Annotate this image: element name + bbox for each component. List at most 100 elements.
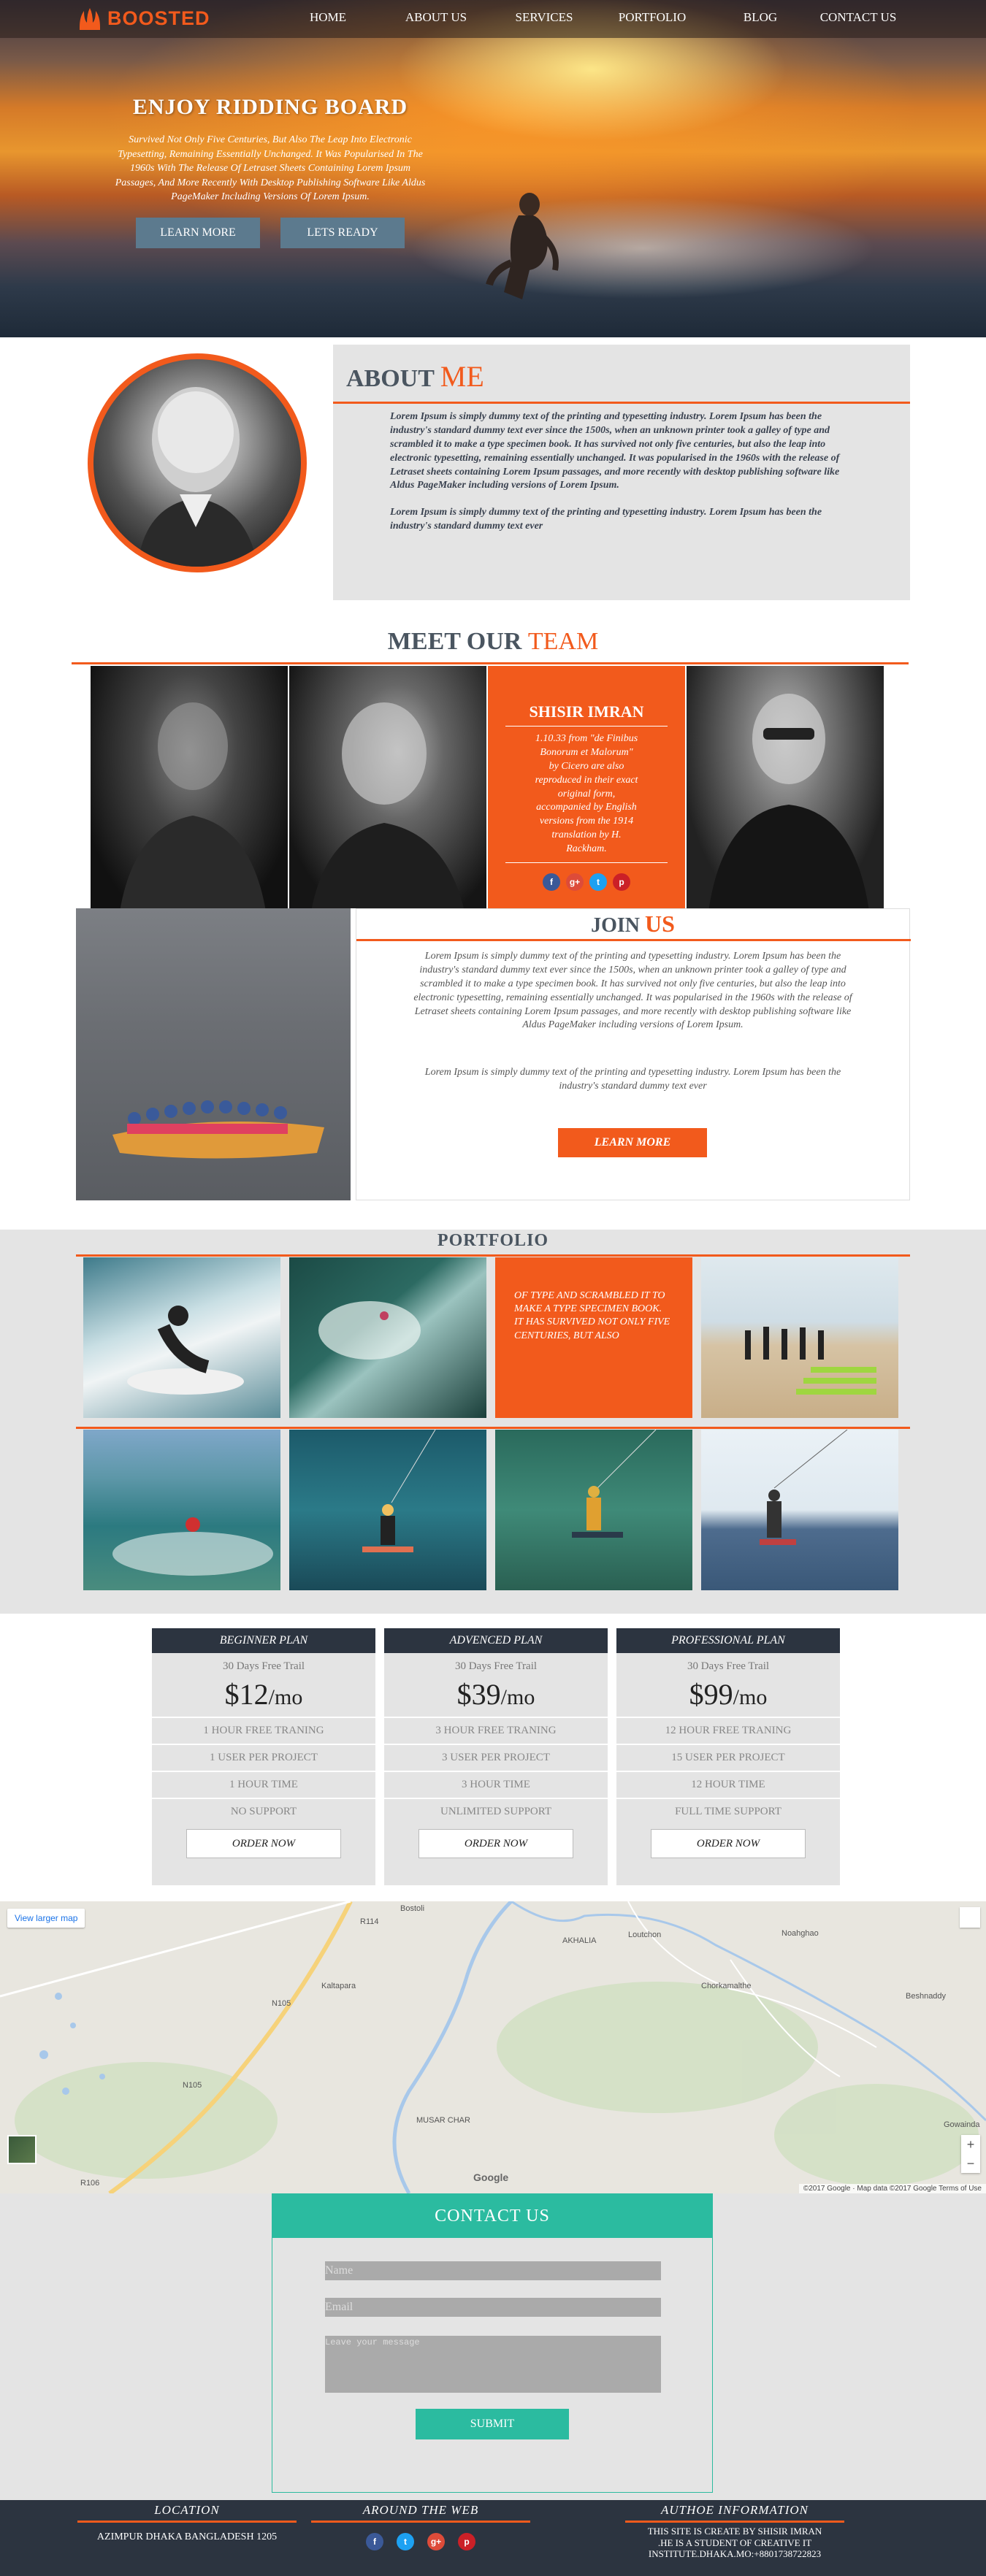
team-member-photo[interactable] — [91, 666, 288, 911]
team-member-photo[interactable] — [289, 666, 486, 911]
nav-blog[interactable]: BLOG — [706, 10, 814, 25]
learn-more-button[interactable]: LEARN MORE — [136, 217, 260, 248]
about-text: Lorem Ipsum is simply dummy text of the … — [390, 410, 857, 547]
road-label: N105 — [183, 2081, 202, 2090]
street-view-pegman-icon[interactable] — [960, 1907, 980, 1928]
top-navbar: BOOSTED HOME ABOUT US SERVICES PORTFOLIO… — [0, 0, 986, 38]
team-divider — [72, 662, 909, 664]
banana-boat-illustration — [112, 1100, 324, 1159]
about-box: ABOUT ME Lorem Ipsum is simply dummy tex… — [333, 345, 910, 600]
plan-feature: 12 HOUR FREE TRANING — [616, 1717, 840, 1744]
contact-section: CONTACT US Name Email Leave your message… — [0, 2193, 986, 2500]
portfolio-row: OF TYPE AND SCRAMBLED IT TO MAKE A TYPE … — [83, 1257, 898, 1418]
name-field[interactable]: Name — [325, 2261, 661, 2280]
plan-feature: 3 HOUR TIME — [384, 1771, 608, 1798]
team-member-featured[interactable]: SHISIR IMRAN 1.10.33 from "de Finibus Bo… — [488, 666, 685, 911]
plan-order-wrap: ORDER NOW — [384, 1829, 608, 1858]
nav-about-us[interactable]: ABOUT US — [382, 10, 490, 25]
portfolio-title: PORTFOLIO — [437, 1231, 549, 1250]
plan-feature: 1 HOUR TIME — [152, 1771, 375, 1798]
hero-content: ENJOY RIDDING BOARD Survived Not Only Fi… — [110, 95, 431, 248]
join-title: JOIN US — [356, 911, 909, 938]
plan-feature: FULL TIME SUPPORT — [616, 1798, 840, 1825]
plan-name: PROFESSIONAL PLAN — [616, 1628, 840, 1653]
footer-web-title: AROUND THE WEB — [311, 2503, 530, 2523]
portfolio-image-surfer[interactable] — [83, 1257, 280, 1418]
plan-feature: 1 HOUR FREE TRANING — [152, 1717, 375, 1744]
facebook-icon[interactable]: f — [543, 873, 560, 892]
nav-contact-us[interactable]: CONTACT US — [814, 10, 902, 25]
footer-author-title: AUTHOE INFORMATION — [625, 2503, 844, 2523]
footer-author-text: THIS SITE IS CREATE BY SHISIR IMRAN .HE … — [647, 2526, 822, 2560]
message-field[interactable]: Leave your message — [325, 2336, 661, 2393]
footer-socials: f t g+ p — [311, 2533, 530, 2550]
map-label: Gowainda — [944, 2120, 980, 2129]
about-divider — [333, 402, 910, 404]
lets-ready-button[interactable]: LETS READY — [280, 217, 405, 248]
plan-feature: NO SUPPORT — [152, 1798, 375, 1825]
pinterest-icon[interactable]: p — [613, 873, 630, 892]
portfolio-image-beach[interactable] — [701, 1257, 898, 1418]
plan-trail: 30 Days Free Trail — [687, 1660, 770, 1672]
map-attribution[interactable]: ©2017 Google · Map data ©2017 Google Ter… — [798, 2184, 986, 2193]
road-label: N105 — [272, 1999, 291, 2008]
plan-price: $12/mo — [224, 1678, 303, 1711]
footer: LOCATION AZIMPUR DHAKA BANGLADESH 1205 A… — [0, 2500, 986, 2576]
road-label: R114 — [360, 1917, 379, 1926]
team-title: MEET OUR TEAM — [0, 624, 986, 656]
satellite-toggle[interactable] — [7, 2135, 37, 2164]
nav-home[interactable]: HOME — [274, 10, 382, 25]
submit-button[interactable]: SUBMIT — [416, 2409, 569, 2439]
twitter-icon[interactable]: t — [589, 873, 607, 892]
email-field[interactable]: Email — [325, 2298, 661, 2317]
footer-web: AROUND THE WEB f t g+ p — [311, 2500, 530, 2550]
footer-author: AUTHOE INFORMATION THIS SITE IS CREATE B… — [625, 2500, 844, 2560]
portfolio-image-wave[interactable] — [289, 1257, 486, 1418]
portfolio-divider — [76, 1427, 910, 1429]
join-paragraph-2: Lorem Ipsum is simply dummy text of the … — [424, 1067, 841, 1092]
join-learn-more-button[interactable]: LEARN MORE — [558, 1128, 707, 1157]
portfolio-image-kitesurfer[interactable] — [289, 1430, 486, 1590]
about-paragraph-1: Lorem Ipsum is simply dummy text of the … — [390, 411, 840, 491]
profile-portrait — [137, 387, 258, 567]
footer-location: LOCATION AZIMPUR DHAKA BANGLADESH 1205 — [77, 2500, 297, 2544]
plan-feature: 15 USER PER PROJECT — [616, 1744, 840, 1771]
order-now-button[interactable]: ORDER NOW — [651, 1829, 806, 1858]
portfolio-section: PORTFOLIO OF TYPE AND SCRAMBLED IT TO MA… — [0, 1230, 986, 1614]
order-now-button[interactable]: ORDER NOW — [186, 1829, 341, 1858]
twitter-icon[interactable]: t — [397, 2533, 414, 2550]
google-logo: Google — [473, 2171, 509, 2183]
view-larger-map-link[interactable]: View larger map — [7, 1909, 85, 1928]
portfolio-image-hydrofoil[interactable] — [495, 1430, 692, 1590]
nav-portfolio[interactable]: PORTFOLIO — [598, 10, 706, 25]
zoom-in-button[interactable]: + — [961, 2135, 980, 2154]
plan-order-wrap: ORDER NOW — [616, 1829, 840, 1858]
about-title-main: ABOUT — [346, 365, 435, 392]
map-canvas — [0, 1901, 986, 2193]
nav-services[interactable]: SERVICES — [490, 10, 598, 25]
google-plus-icon[interactable]: g+ — [566, 873, 584, 892]
pricing-card-advanced: ADVENCED PLAN 30 Days Free Trail $39/mo … — [384, 1628, 608, 1885]
team-section: MEET OUR TEAM SHISIR IMRAN 1.10.33 from … — [0, 624, 986, 911]
portfolio-image-kiterider[interactable] — [701, 1430, 898, 1590]
team-member-photo[interactable] — [687, 666, 884, 911]
pricing-card-beginner: BEGINNER PLAN 30 Days Free Trail $12/mo … — [152, 1628, 375, 1885]
join-box: JOIN US Lorem Ipsum is simply dummy text… — [356, 908, 911, 1200]
main-menu: HOME ABOUT US SERVICES PORTFOLIO BLOG CO… — [274, 10, 902, 25]
about-profile-photo — [88, 353, 307, 572]
zoom-out-button[interactable]: − — [961, 2154, 980, 2173]
plan-name: ADVENCED PLAN — [384, 1628, 608, 1653]
pinterest-icon[interactable]: p — [458, 2533, 475, 2550]
google-plus-icon[interactable]: g+ — [427, 2533, 445, 2550]
portfolio-caption: OF TYPE AND SCRAMBLED IT TO MAKE A TYPE … — [495, 1257, 692, 1418]
order-now-button[interactable]: ORDER NOW — [419, 1829, 573, 1858]
portfolio-image-kiteboard[interactable] — [83, 1430, 280, 1590]
join-photo — [76, 908, 351, 1200]
logo[interactable]: BOOSTED — [77, 5, 210, 31]
pricing-section: BEGINNER PLAN 30 Days Free Trail $12/mo … — [0, 1614, 986, 1901]
plan-price: $39/mo — [456, 1678, 535, 1711]
plan-order-wrap: ORDER NOW — [152, 1829, 375, 1858]
location-map[interactable]: Bostoli AKHALIA Loutchon Noahghao Kaltap… — [0, 1901, 986, 2193]
map-label: MUSAR CHAR — [416, 2116, 470, 2125]
facebook-icon[interactable]: f — [366, 2533, 383, 2550]
